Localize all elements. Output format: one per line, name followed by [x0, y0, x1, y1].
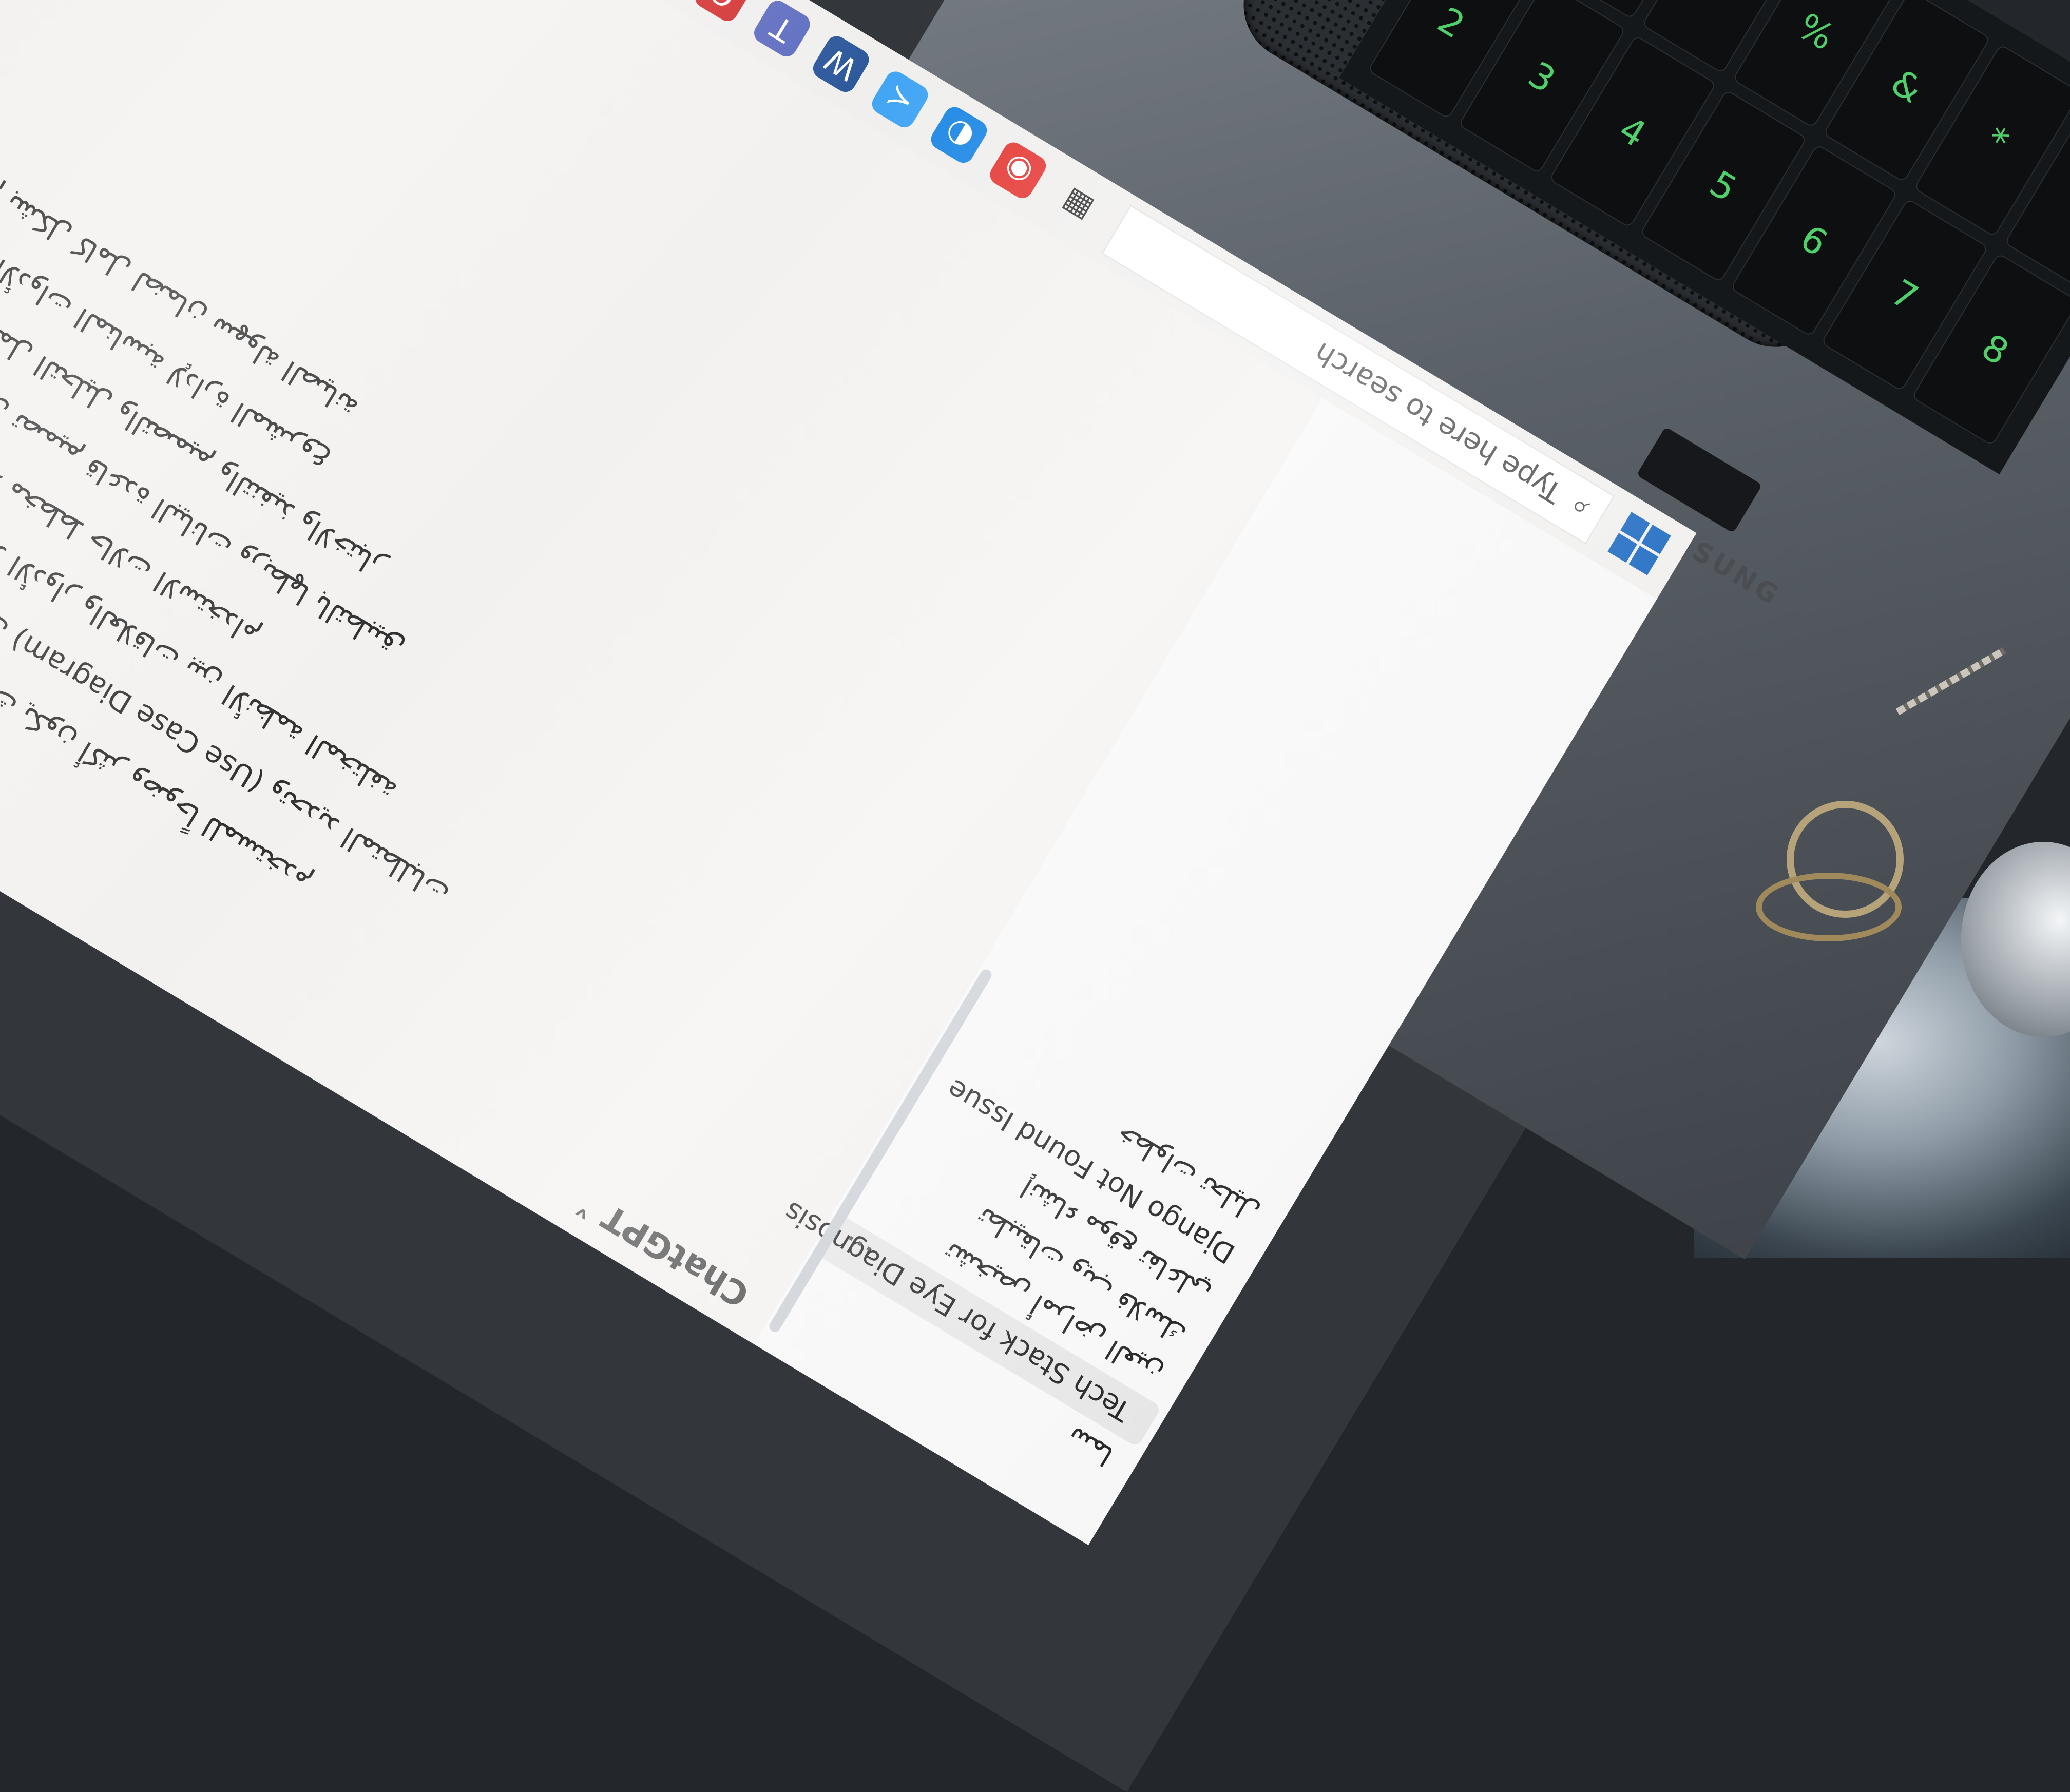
- opera-icon[interactable]: O: [691, 0, 755, 25]
- start-button[interactable]: [1607, 512, 1671, 575]
- chrome-icon[interactable]: ◉: [986, 139, 1050, 202]
- keyring-loop: [1756, 873, 1902, 941]
- word-icon[interactable]: W: [809, 32, 873, 96]
- task-view-icon[interactable]: ▦: [1045, 174, 1108, 237]
- edge-icon[interactable]: ◐: [927, 103, 991, 167]
- teams-icon[interactable]: T: [750, 0, 814, 61]
- search-icon: ⌕: [1563, 489, 1595, 526]
- vscode-icon[interactable]: ≺: [868, 68, 932, 131]
